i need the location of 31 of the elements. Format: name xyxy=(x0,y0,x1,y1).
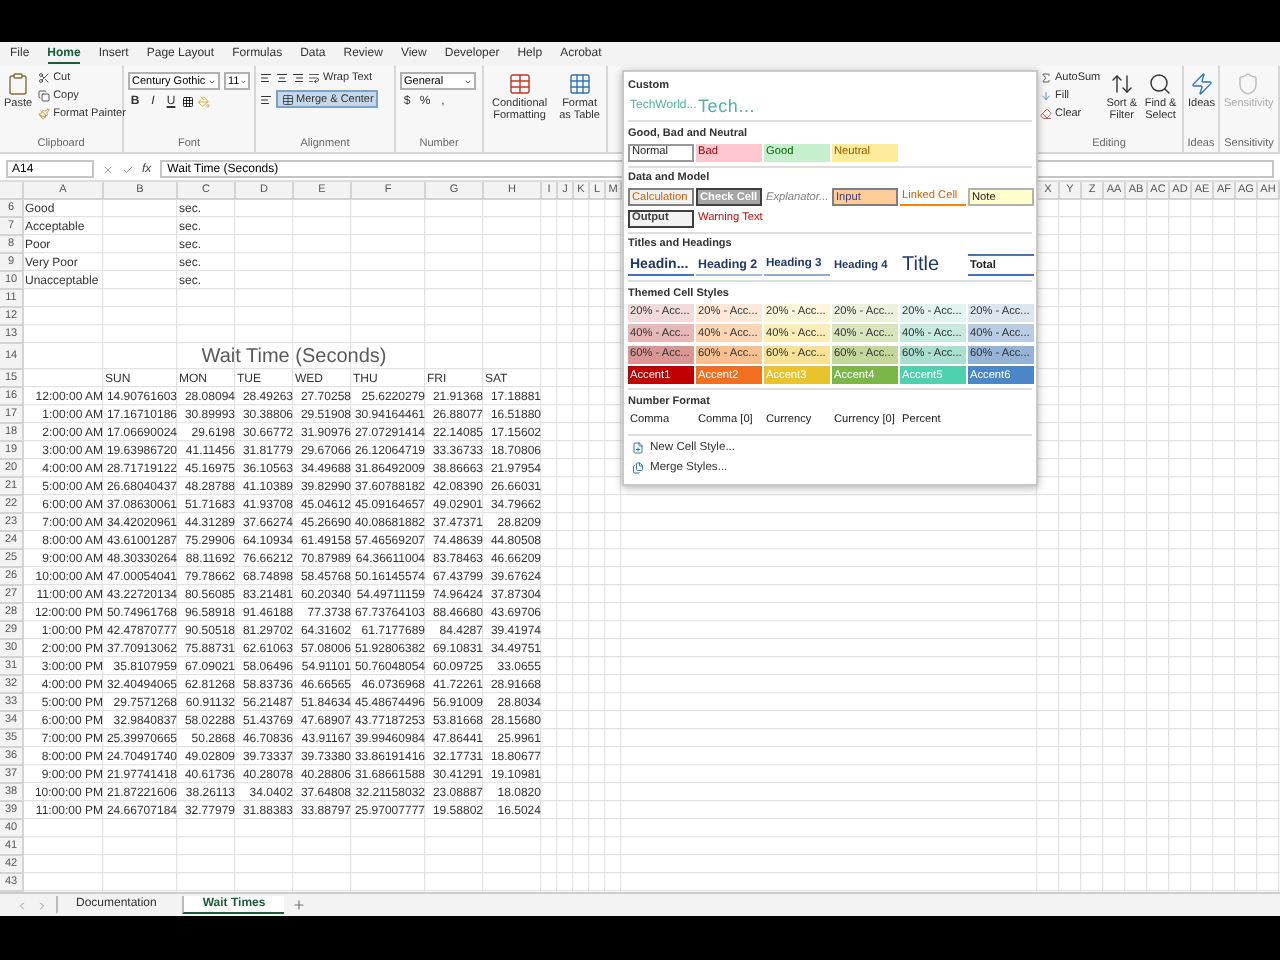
shield-icon xyxy=(1236,72,1261,96)
scissors-icon xyxy=(38,72,51,84)
previous-sheet-icon[interactable] xyxy=(16,899,28,911)
eraser-icon xyxy=(1040,108,1052,120)
add-sheet-icon[interactable] xyxy=(291,898,306,912)
align-right-icon[interactable] xyxy=(292,72,304,84)
table-icon xyxy=(281,93,293,105)
search-icon xyxy=(1148,72,1173,96)
fill-color-icon[interactable] xyxy=(198,96,210,108)
next-sheet-icon[interactable] xyxy=(36,899,48,911)
paintbrush-icon xyxy=(38,108,51,120)
cancel-icon[interactable] xyxy=(102,163,114,175)
grid-icon xyxy=(567,72,592,96)
align-left-icon[interactable] xyxy=(260,93,272,105)
dropdown-icon xyxy=(239,77,246,85)
wrap-icon xyxy=(308,72,320,84)
align-left-icon[interactable] xyxy=(260,72,272,84)
sort-icon xyxy=(1109,72,1134,96)
sheet-title: Wait Time (Seconds) xyxy=(201,346,387,368)
borders-icon[interactable] xyxy=(182,96,194,108)
clipboard-icon xyxy=(6,72,31,96)
new-file-icon xyxy=(632,441,644,454)
copy-icon xyxy=(38,90,51,102)
check-icon[interactable] xyxy=(122,163,134,175)
lightning-icon xyxy=(1189,72,1214,96)
sigma-icon xyxy=(1040,72,1052,84)
arrow-down-icon xyxy=(1040,90,1052,102)
table-icon xyxy=(507,72,532,96)
cell-style[interactable]: Title xyxy=(900,254,966,277)
files-icon xyxy=(632,461,644,474)
align-center-icon[interactable] xyxy=(276,72,288,84)
